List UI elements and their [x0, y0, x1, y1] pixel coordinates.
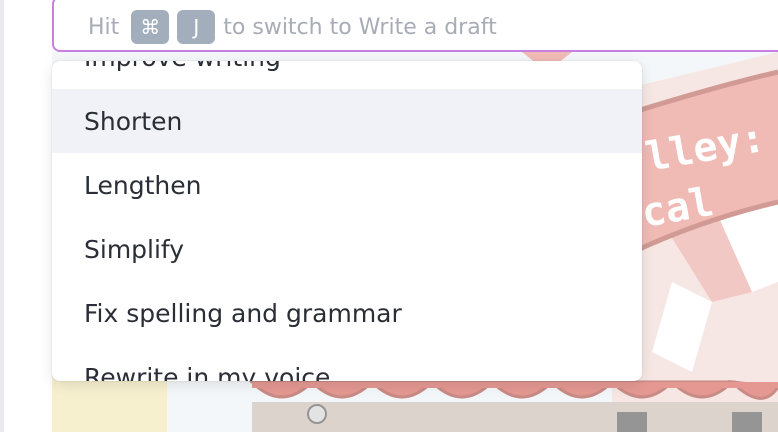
menu-item-shorten[interactable]: Shorten [52, 89, 642, 153]
menu-item-lengthen[interactable]: Lengthen [52, 153, 642, 217]
ai-prompt-input[interactable]: Hit ⌘ J to switch to Write a draft [52, 0, 778, 52]
hint-prefix: Hit [88, 14, 120, 40]
menu-list: Improve writing Shorten Lengthen Simplif… [52, 61, 642, 381]
menu-item-improve-writing[interactable]: Improve writing [52, 61, 642, 89]
ai-actions-menu[interactable]: Improve writing Shorten Lengthen Simplif… [52, 61, 642, 381]
left-rail [0, 0, 4, 432]
command-key-badge: ⌘ [131, 10, 170, 44]
menu-item-simplify[interactable]: Simplify [52, 217, 642, 281]
j-key-badge: J [177, 10, 216, 44]
hint-suffix: to switch to Write a draft [223, 14, 497, 40]
page: lley: cal Hit ⌘ J to switch to Write a d… [0, 0, 778, 432]
menu-item-rewrite-in-my-voice[interactable]: Rewrite in my voice [52, 345, 642, 382]
menu-item-fix-spelling-grammar[interactable]: Fix spelling and grammar [52, 281, 642, 345]
